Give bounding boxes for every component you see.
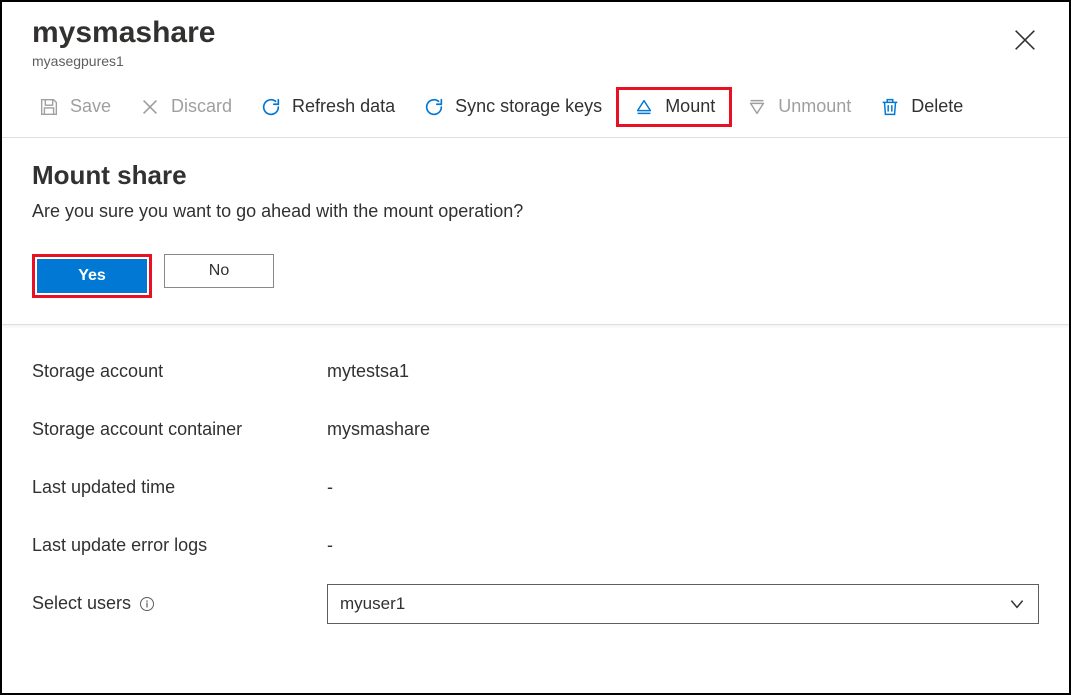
header: mysmashare myasegpures1 bbox=[2, 2, 1069, 73]
unmount-button: Unmount bbox=[732, 90, 865, 124]
sync-button[interactable]: Sync storage keys bbox=[409, 90, 616, 124]
page-title: mysmashare bbox=[32, 16, 1039, 51]
close-icon bbox=[1011, 26, 1039, 54]
refresh-icon bbox=[260, 96, 282, 118]
close-button[interactable] bbox=[1011, 26, 1039, 54]
container-value: mysmashare bbox=[327, 419, 1039, 440]
yes-button[interactable]: Yes bbox=[37, 259, 147, 293]
mount-highlight: Mount bbox=[616, 87, 732, 127]
error-logs-label: Last update error logs bbox=[32, 535, 327, 556]
storage-account-label: Storage account bbox=[32, 361, 327, 382]
discard-label: Discard bbox=[171, 96, 232, 117]
yes-highlight: Yes bbox=[32, 254, 152, 298]
delete-button[interactable]: Delete bbox=[865, 90, 977, 124]
select-users-dropdown[interactable]: myuser1 bbox=[327, 584, 1039, 624]
delete-icon bbox=[879, 96, 901, 118]
error-logs-value: - bbox=[327, 535, 1039, 556]
select-users-label: Select users bbox=[32, 593, 327, 614]
share-details: Storage account mytestsa1 Storage accoun… bbox=[2, 325, 1069, 633]
info-icon[interactable] bbox=[139, 596, 155, 612]
sync-icon bbox=[423, 96, 445, 118]
blade-panel: mysmashare myasegpures1 Save Discard Ref… bbox=[0, 0, 1071, 695]
unmount-icon bbox=[746, 96, 768, 118]
discard-button: Discard bbox=[125, 90, 246, 124]
select-users-value: myuser1 bbox=[340, 594, 405, 614]
page-subtitle: myasegpures1 bbox=[32, 53, 1039, 69]
container-label: Storage account container bbox=[32, 419, 327, 440]
save-icon bbox=[38, 96, 60, 118]
confirm-button-row: Yes No bbox=[32, 254, 1039, 298]
save-label: Save bbox=[70, 96, 111, 117]
mount-panel-title: Mount share bbox=[32, 160, 1039, 191]
select-users-label-text: Select users bbox=[32, 593, 131, 614]
no-button[interactable]: No bbox=[164, 254, 274, 288]
unmount-label: Unmount bbox=[778, 96, 851, 117]
chevron-down-icon bbox=[1008, 595, 1026, 613]
mount-button[interactable]: Mount bbox=[619, 90, 729, 124]
mount-panel-message: Are you sure you want to go ahead with t… bbox=[32, 201, 1039, 222]
row-select-users: Select users myuser1 bbox=[32, 575, 1039, 633]
row-storage-account: Storage account mytestsa1 bbox=[32, 343, 1039, 401]
last-updated-value: - bbox=[327, 477, 1039, 498]
storage-account-value: mytestsa1 bbox=[327, 361, 1039, 382]
mount-confirm-panel: Mount share Are you sure you want to go … bbox=[2, 138, 1069, 325]
row-last-updated: Last updated time - bbox=[32, 459, 1039, 517]
last-updated-label: Last updated time bbox=[32, 477, 327, 498]
save-button: Save bbox=[24, 90, 125, 124]
row-container: Storage account container mysmashare bbox=[32, 401, 1039, 459]
refresh-button[interactable]: Refresh data bbox=[246, 90, 409, 124]
discard-icon bbox=[139, 96, 161, 118]
delete-label: Delete bbox=[911, 96, 963, 117]
mount-icon bbox=[633, 96, 655, 118]
mount-label: Mount bbox=[665, 96, 715, 117]
refresh-label: Refresh data bbox=[292, 96, 395, 117]
command-bar: Save Discard Refresh data Sync storage k… bbox=[2, 73, 1069, 138]
sync-label: Sync storage keys bbox=[455, 96, 602, 117]
row-error-logs: Last update error logs - bbox=[32, 517, 1039, 575]
